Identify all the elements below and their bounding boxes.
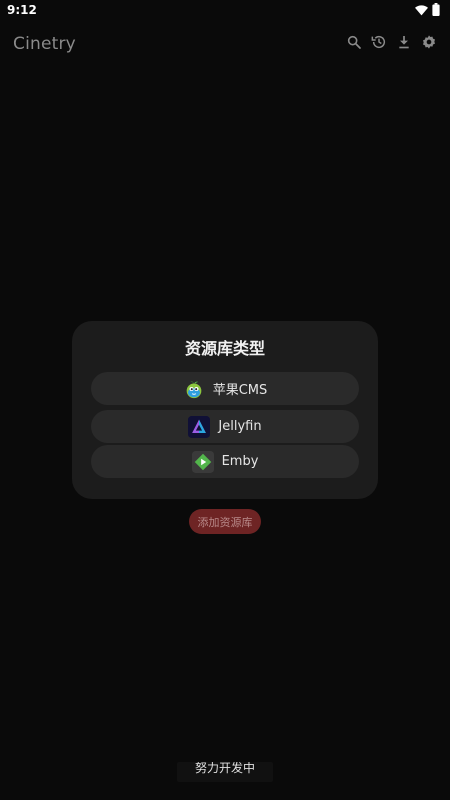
option-label: Jellyfin: [218, 419, 262, 434]
option-jellyfin[interactable]: Jellyfin: [91, 410, 359, 443]
toast: 努力开发中: [177, 762, 273, 782]
option-emby[interactable]: Emby: [91, 445, 359, 478]
emby-icon: [191, 450, 214, 473]
option-label: 苹果CMS: [212, 383, 268, 398]
option-apple-cms[interactable]: 苹果CMS: [91, 372, 359, 405]
option-label: Emby: [221, 454, 259, 469]
dialog-title: 资源库类型: [184, 339, 265, 358]
jellyfin-icon: [188, 415, 211, 438]
apple-cms-icon: [183, 378, 205, 400]
library-type-dialog: 资源库类型 苹果CMS Jellyfin Emby: [72, 321, 378, 499]
toast-text: 努力开发中: [194, 762, 255, 775]
